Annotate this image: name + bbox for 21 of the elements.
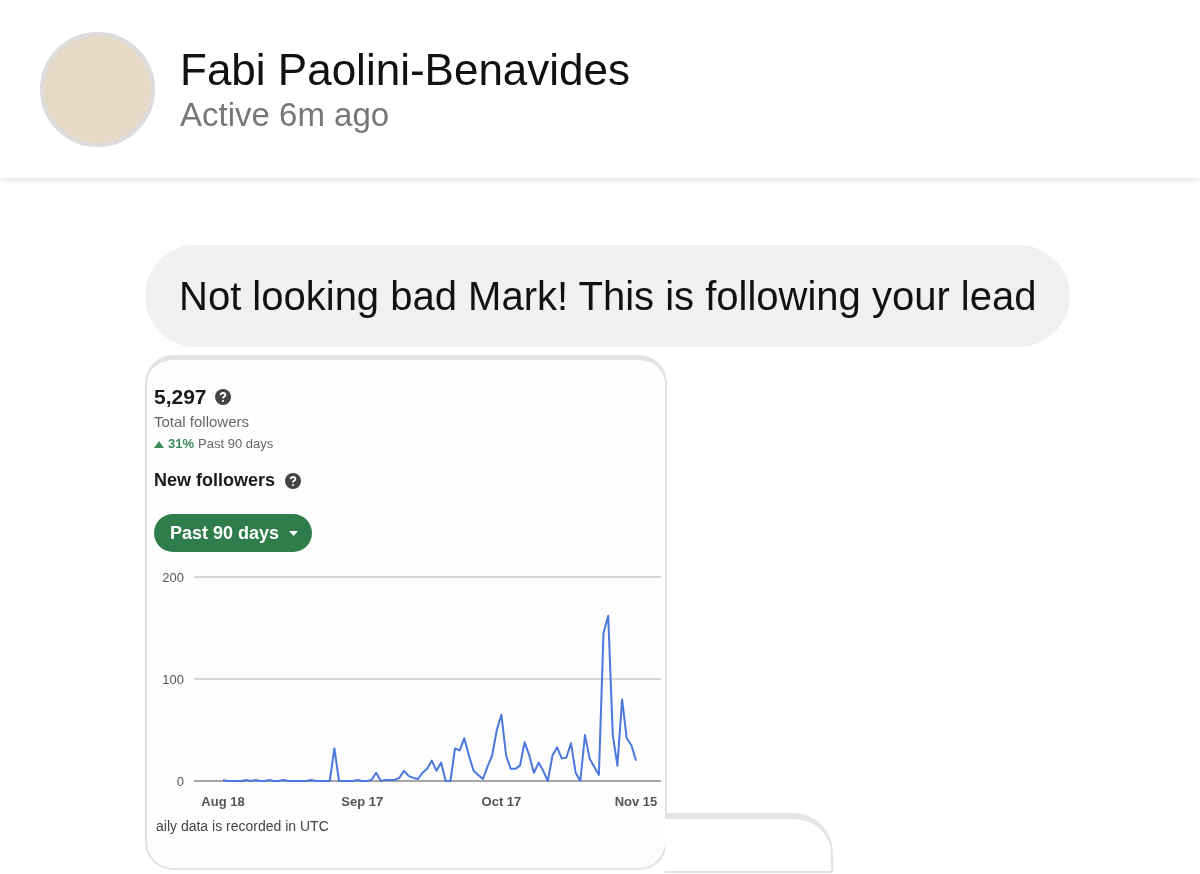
x-axis-label: Sep 17 [341,794,384,809]
footnote: aily data is recorded in UTC [156,817,329,836]
y-axis-label: 200 [162,570,184,585]
total-followers-label: Total followers [154,412,250,432]
up-arrow-icon [154,440,164,448]
help-icon[interactable] [285,472,302,489]
caret-icon [289,530,299,536]
help-icon[interactable] [214,389,231,405]
contact-name: Fabi Paolini-Benavides [180,44,631,96]
growth-period: Past 90 days [198,435,274,453]
growth-percent: 31% [168,435,195,453]
message-bubble: Not looking bad Mark! This is following your lead [145,245,1071,347]
x-axis-label: Aug 18 [201,794,245,809]
x-axis-label: Oct 17 [481,794,522,809]
y-axis-label: 100 [162,672,184,687]
section-title: New followers [154,469,276,492]
y-axis-label: 0 [176,774,184,789]
active-status: Active 6m ago [180,96,391,134]
range-dropdown[interactable]: Past 90 days [154,514,313,552]
follower-total: 5,297 [154,384,207,410]
x-axis-label: Nov 15 [614,794,658,809]
